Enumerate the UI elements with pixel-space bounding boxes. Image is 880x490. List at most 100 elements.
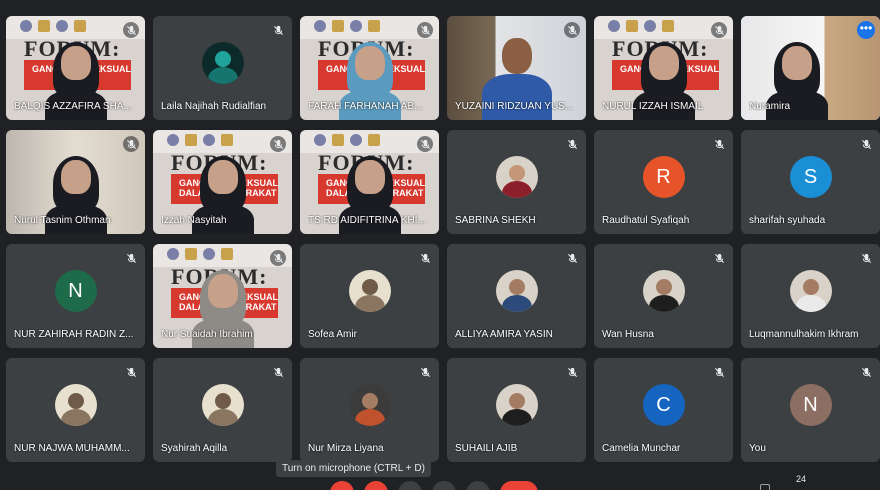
mic-off-icon [417,22,433,38]
participant-tile[interactable]: FORUM:GANGGUAN SEKSUAL DALAM MASYARAKATI… [153,130,292,234]
participant-tile[interactable]: C Camelia Munchar [594,358,733,462]
participant-name: Raudhatul Syafiqah [602,215,690,226]
organizer-logos [20,20,131,34]
participant-tile[interactable]: Laila Najihah Rudialfian [153,16,292,120]
organizer-logos [314,20,425,34]
participant-name: Nuramira [749,101,791,112]
avatar [54,384,97,426]
letter-avatar: R [642,156,685,198]
mic-off-icon [711,22,727,38]
mic-off-icon [711,136,727,152]
participant-grid: FORUM:GANGGUAN SEKSUALBALQIS AZZAFIRA SH… [6,16,880,462]
participant-tile[interactable]: Wan Husna [594,244,733,348]
microphone-toggle-button[interactable] [330,481,354,490]
letter-avatar: C [642,384,685,426]
more-options-button[interactable] [466,481,490,490]
participant-name: TS RD AIDIFITRINA KHI... [308,215,426,226]
organizer-logos [167,134,278,148]
mic-off-icon [858,250,874,266]
participant-tile[interactable]: FORUM:GANGGUAN SEKSUALBALQIS AZZAFIRA SH… [6,16,145,120]
participant-name: You [749,443,766,454]
mic-off-icon [564,22,580,38]
participant-tile[interactable]: Nurul Tasnim Othman [6,130,145,234]
participant-tile[interactable]: Syahirah Aqilla [153,358,292,462]
participant-name: Nur Mirza Liyana [308,443,384,454]
avatar [495,156,538,198]
participant-tile[interactable]: ALLIYA AMIRA YASIN [447,244,586,348]
participant-name: Laila Najihah Rudialfian [161,101,267,112]
avatar [201,42,244,84]
mic-off-icon [858,136,874,152]
people-icon[interactable] [760,484,770,490]
letter-avatar: S [789,156,832,198]
avatar [642,270,685,312]
participant-name: Nur Suaidah Ibrahim [161,329,253,340]
participant-name: Luqmannulhakim Ikhram [749,329,859,340]
leave-call-button[interactable] [500,481,538,490]
more-options-icon[interactable]: ••• [857,21,875,39]
mic-off-icon [123,22,139,38]
present-button[interactable] [432,481,456,490]
mic-off-icon [123,136,139,152]
participant-tile[interactable]: NUR NAJWA MUHAMM... [6,358,145,462]
avatar [495,270,538,312]
mic-off-icon [270,136,286,152]
participant-tile[interactable]: FORUM:GANGGUAN SEKSUAL DALAM MASYARAKATN… [153,244,292,348]
participant-name: Camelia Munchar [602,443,681,454]
mic-off-icon [123,250,139,266]
participant-name: NURUL IZZAH ISMAIL [602,101,704,112]
participant-tile[interactable]: Nur Mirza Liyana [300,358,439,462]
letter-avatar: N [789,384,832,426]
mic-off-icon [270,250,286,266]
participant-name: NUR ZAHIRAH RADIN Z... [14,329,134,340]
participant-name: YUZAINI RIDZUAN YUS... [455,101,574,112]
avatar [789,270,832,312]
participant-name: NUR NAJWA MUHAMM... [14,443,130,454]
participant-tile[interactable]: R Raudhatul Syafiqah [594,130,733,234]
participant-name: sharifah syuhada [749,215,826,226]
avatar [495,384,538,426]
mic-off-icon [711,250,727,266]
letter-avatar: N [54,270,97,312]
mic-off-icon [564,364,580,380]
mic-off-icon [417,364,433,380]
mic-off-icon [711,364,727,380]
organizer-logos [608,20,719,34]
mic-off-icon [858,364,874,380]
participant-tile[interactable]: SUHAILI AJIB [447,358,586,462]
participant-name: Sofea Amir [308,329,357,340]
mic-off-icon [270,22,286,38]
avatar [348,384,391,426]
participant-tile[interactable]: FORUM:GANGGUAN SEKSUALNURUL IZZAH ISMAIL [594,16,733,120]
participant-name: ALLIYA AMIRA YASIN [455,329,553,340]
call-controls [330,481,538,490]
organizer-logos [314,134,425,148]
participant-count[interactable]: 24 [796,474,806,484]
participant-tile[interactable]: SABRINA SHEKH [447,130,586,234]
participant-name: SUHAILI AJIB [455,443,518,454]
participant-name: SABRINA SHEKH [455,215,536,226]
participant-name: Wan Husna [602,329,654,340]
participant-tile[interactable]: Sofea Amir [300,244,439,348]
avatar [201,384,244,426]
participant-tile[interactable]: FORUM:GANGGUAN SEKSUALFARAH FARHANAH AB.… [300,16,439,120]
mic-off-icon [564,136,580,152]
microphone-tooltip: Turn on microphone (CTRL + D) [276,460,431,477]
participant-tile[interactable]: FORUM:GANGGUAN SEKSUAL DALAM MASYARAKATT… [300,130,439,234]
mic-off-icon [417,250,433,266]
captions-button[interactable] [398,481,422,490]
participant-tile[interactable]: N You [741,358,880,462]
participant-tile[interactable]: YUZAINI RIDZUAN YUS... [447,16,586,120]
participant-tile[interactable]: Ssharifah syuhada [741,130,880,234]
participant-name: Syahirah Aqilla [161,443,228,454]
participant-tile[interactable]: N NUR ZAHIRAH RADIN Z... [6,244,145,348]
mic-off-icon [564,250,580,266]
camera-toggle-button[interactable] [364,481,388,490]
participant-tile[interactable]: ••• Nuramira [741,16,880,120]
mic-off-icon [123,364,139,380]
participant-name: BALQIS AZZAFIRA SHA... [14,101,132,112]
participant-tile[interactable]: Luqmannulhakim Ikhram [741,244,880,348]
participant-name: Nurul Tasnim Othman [14,215,111,226]
mic-off-icon [270,364,286,380]
organizer-logos [167,248,278,262]
